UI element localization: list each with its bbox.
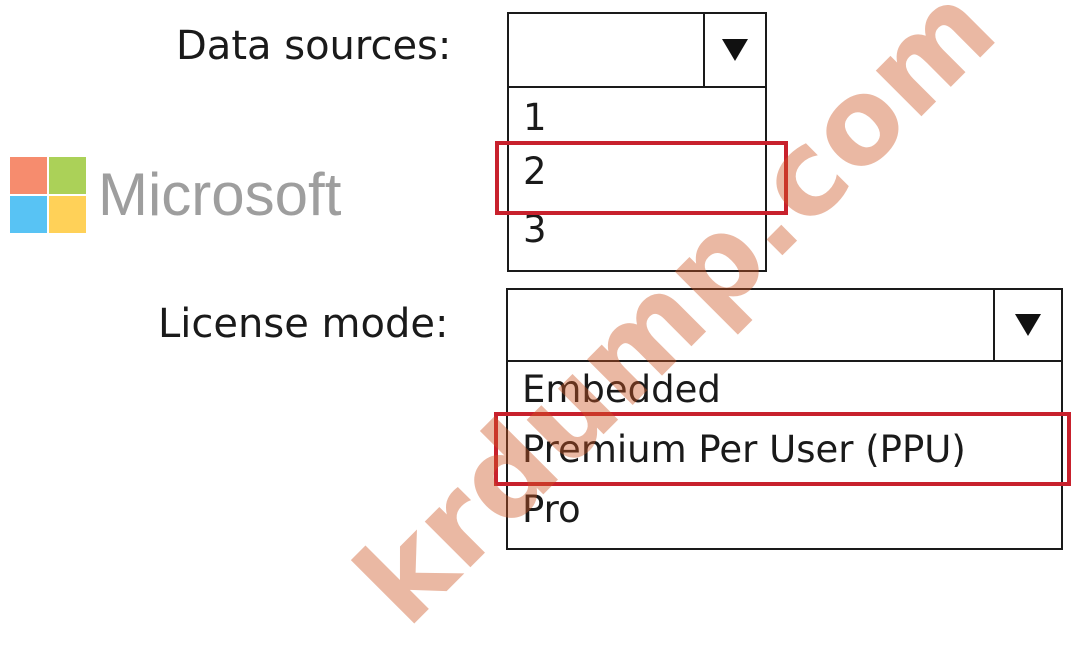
logo-square-red	[10, 157, 47, 194]
license-mode-dropdown-toggle[interactable]	[993, 290, 1061, 360]
logo-square-yellow	[49, 196, 86, 233]
data-sources-option-3[interactable]: 3	[509, 202, 765, 268]
data-sources-option-1[interactable]: 1	[509, 88, 765, 140]
license-mode-dropdown[interactable]: Embedded Premium Per User (PPU) Pro	[506, 288, 1063, 550]
microsoft-logo: Microsoft	[10, 157, 341, 233]
logo-square-green	[49, 157, 86, 194]
microsoft-logo-icon	[10, 157, 86, 233]
data-sources-dropdown[interactable]: 1 2 3	[507, 12, 767, 272]
logo-square-blue	[10, 196, 47, 233]
chevron-down-icon	[722, 39, 748, 61]
license-mode-label: License mode:	[158, 301, 449, 347]
data-sources-option-2[interactable]: 2	[509, 140, 765, 202]
data-sources-label: Data sources:	[176, 23, 452, 69]
license-mode-option-pro[interactable]: Pro	[508, 480, 1061, 548]
license-mode-option-embedded[interactable]: Embedded	[508, 362, 1061, 416]
microsoft-logo-text: Microsoft	[98, 161, 342, 228]
chevron-down-icon	[1015, 314, 1041, 336]
license-mode-select[interactable]	[508, 290, 1061, 362]
data-sources-dropdown-toggle[interactable]	[703, 14, 765, 86]
data-sources-select[interactable]	[509, 14, 765, 88]
license-mode-option-ppu[interactable]: Premium Per User (PPU)	[508, 416, 1061, 480]
